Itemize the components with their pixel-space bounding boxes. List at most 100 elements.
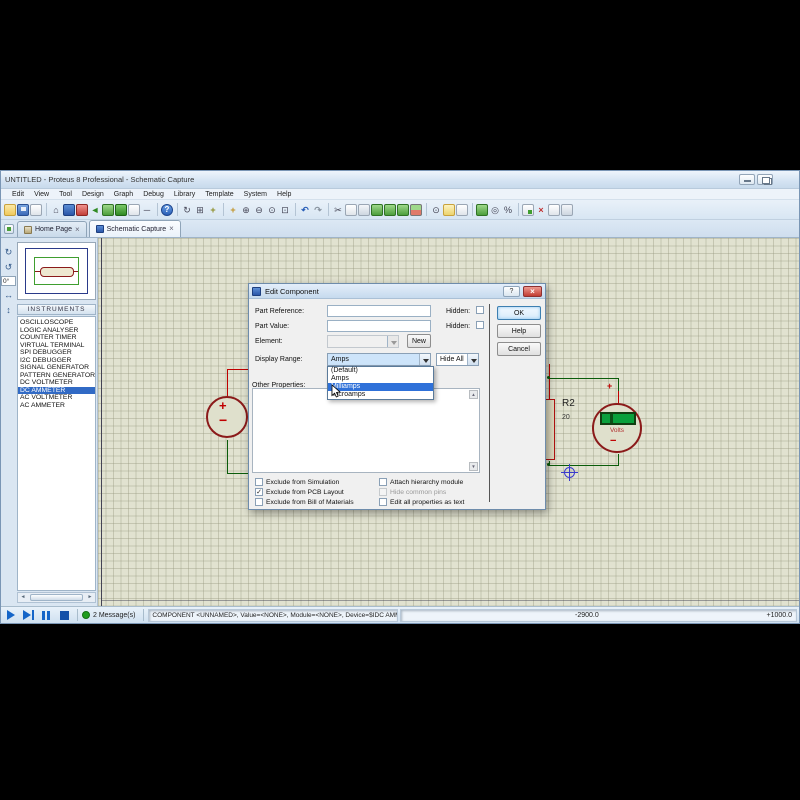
redo-icon[interactable]: ↷ — [312, 204, 324, 216]
list-item[interactable]: LOGIC ANALYSER — [18, 327, 95, 335]
help-button[interactable]: Help — [497, 324, 541, 338]
list-item[interactable]: SIGNAL GENERATOR — [18, 364, 95, 372]
step-button[interactable] — [23, 610, 34, 620]
block-rotate-icon[interactable] — [397, 204, 409, 216]
scroll-right-icon[interactable]: ► — [85, 593, 95, 602]
rotation-angle-input[interactable] — [1, 276, 16, 286]
dropdown-option[interactable]: Microamps — [328, 391, 433, 399]
save-project-icon[interactable] — [17, 204, 29, 216]
schematic-canvas[interactable]: + − R2 20 + Volts − — [98, 238, 799, 606]
block-delete-icon[interactable] — [410, 204, 422, 216]
wire-autorouter-icon[interactable] — [476, 204, 488, 216]
menu-view[interactable]: View — [29, 189, 54, 200]
dialog-titlebar[interactable]: Edit Component ? × — [249, 284, 545, 299]
menu-edit[interactable]: Edit — [7, 189, 29, 200]
part-reference-input[interactable] — [327, 305, 431, 317]
list-item[interactable]: PATTERN GENERATOR — [18, 372, 95, 380]
refresh-icon[interactable]: ↻ — [181, 204, 193, 216]
exit-sheet-icon[interactable] — [561, 204, 573, 216]
restore-button[interactable] — [757, 174, 773, 185]
origin-icon[interactable]: + — [207, 204, 219, 216]
tab-schematic-close-icon[interactable]: × — [169, 225, 174, 233]
list-item[interactable]: COUNTER TIMER — [18, 334, 95, 342]
scroll-left-icon[interactable]: ◄ — [18, 593, 28, 602]
exclude-bom-checkbox[interactable] — [255, 498, 263, 506]
packaging-icon[interactable] — [456, 204, 468, 216]
menu-template[interactable]: Template — [200, 189, 238, 200]
dialog-close-icon[interactable]: × — [523, 286, 542, 297]
notes-icon[interactable]: ─ — [141, 204, 153, 216]
dropdown-option-highlighted[interactable]: Milliamps — [328, 383, 433, 391]
minimize-button[interactable] — [739, 174, 755, 185]
list-item[interactable]: SPI DEBUGGER — [18, 349, 95, 357]
block-move-icon[interactable] — [384, 204, 396, 216]
dropdown-option[interactable]: (Default) — [328, 367, 433, 375]
new-sheet-icon[interactable] — [522, 204, 534, 216]
list-item-selected[interactable]: DC AMMETER — [18, 387, 95, 395]
edit-properties-text-checkbox[interactable] — [379, 498, 387, 506]
instruments-hscrollbar[interactable]: ◄ ► — [17, 592, 96, 603]
rotate-clockwise-icon[interactable]: ↻ — [2, 246, 15, 258]
home-icon[interactable]: ⌂ — [50, 204, 62, 216]
hidden-checkbox-2[interactable] — [476, 321, 484, 329]
visibility-combobox[interactable]: Hide All — [436, 353, 479, 366]
flip-horizontal-icon[interactable]: ↔ — [2, 289, 15, 301]
copy-icon[interactable] — [345, 204, 357, 216]
flip-vertical-icon[interactable]: ↕ — [2, 304, 15, 316]
tab-home-page[interactable]: Home Page × — [17, 221, 87, 237]
cancel-button[interactable]: Cancel — [497, 342, 541, 356]
messages-status-icon[interactable] — [82, 611, 90, 619]
pick-parts-icon[interactable]: ⊙ — [430, 204, 442, 216]
export-icon[interactable]: ◄ — [89, 204, 101, 216]
other-properties-textarea[interactable]: ▲ ▼ — [252, 388, 480, 473]
property-assignment-icon[interactable]: % — [502, 204, 514, 216]
search-icon[interactable]: ◎ — [489, 204, 501, 216]
menu-system[interactable]: System — [239, 189, 272, 200]
pause-button[interactable] — [42, 611, 52, 620]
menu-tool[interactable]: Tool — [54, 189, 77, 200]
grid-icon[interactable]: ⊞ — [194, 204, 206, 216]
zoom-out-icon[interactable]: ⊖ — [253, 204, 265, 216]
zoom-in-icon[interactable]: ⊕ — [240, 204, 252, 216]
stop-button[interactable] — [60, 611, 69, 620]
zoom-all-icon[interactable]: ⊙ — [266, 204, 278, 216]
ok-button[interactable]: OK — [497, 306, 541, 320]
schematic-capture-icon[interactable] — [63, 204, 75, 216]
import-project-icon[interactable] — [30, 204, 42, 216]
bom-icon[interactable] — [115, 204, 127, 216]
list-item[interactable]: AC AMMETER — [18, 402, 95, 410]
paste-icon[interactable] — [358, 204, 370, 216]
scrollbar-thumb[interactable] — [30, 594, 83, 601]
part-value-input[interactable] — [327, 320, 431, 332]
list-item[interactable]: I2C DEBUGGER — [18, 357, 95, 365]
menu-graph[interactable]: Graph — [109, 189, 138, 200]
pcb-layout-icon[interactable] — [76, 204, 88, 216]
list-item[interactable]: AC VOLTMETER — [18, 394, 95, 402]
gear-icon[interactable] — [102, 204, 114, 216]
rotate-counterclockwise-icon[interactable]: ↺ — [2, 261, 15, 273]
remove-sheet-icon[interactable]: × — [535, 204, 547, 216]
attach-hierarchy-checkbox[interactable] — [379, 478, 387, 486]
list-item[interactable]: OSCILLOSCOPE — [18, 319, 95, 327]
menu-design[interactable]: Design — [77, 189, 109, 200]
hidden-checkbox-1[interactable] — [476, 306, 484, 314]
list-item[interactable]: DC VOLTMETER — [18, 379, 95, 387]
cut-icon[interactable]: ✂ — [332, 204, 344, 216]
list-item[interactable]: VIRTUAL TERMINAL — [18, 342, 95, 350]
properties-icon[interactable] — [128, 204, 140, 216]
exclude-pcb-checkbox[interactable]: ✓ — [255, 488, 263, 496]
play-button[interactable] — [7, 610, 15, 620]
menu-help[interactable]: Help — [272, 189, 296, 200]
menu-library[interactable]: Library — [169, 189, 200, 200]
scroll-down-icon[interactable]: ▼ — [469, 462, 478, 471]
undo-icon[interactable]: ↶ — [299, 204, 311, 216]
open-project-icon[interactable] — [4, 204, 16, 216]
new-element-button[interactable]: New — [407, 334, 431, 348]
new-page-icon[interactable] — [4, 224, 14, 234]
message-count[interactable]: 2 Message(s) — [93, 612, 135, 619]
scroll-up-icon[interactable]: ▲ — [469, 390, 478, 399]
help-icon[interactable]: ? — [161, 204, 173, 216]
exclude-simulation-checkbox[interactable] — [255, 478, 263, 486]
block-copy-icon[interactable] — [371, 204, 383, 216]
dropdown-option[interactable]: Amps — [328, 375, 433, 383]
